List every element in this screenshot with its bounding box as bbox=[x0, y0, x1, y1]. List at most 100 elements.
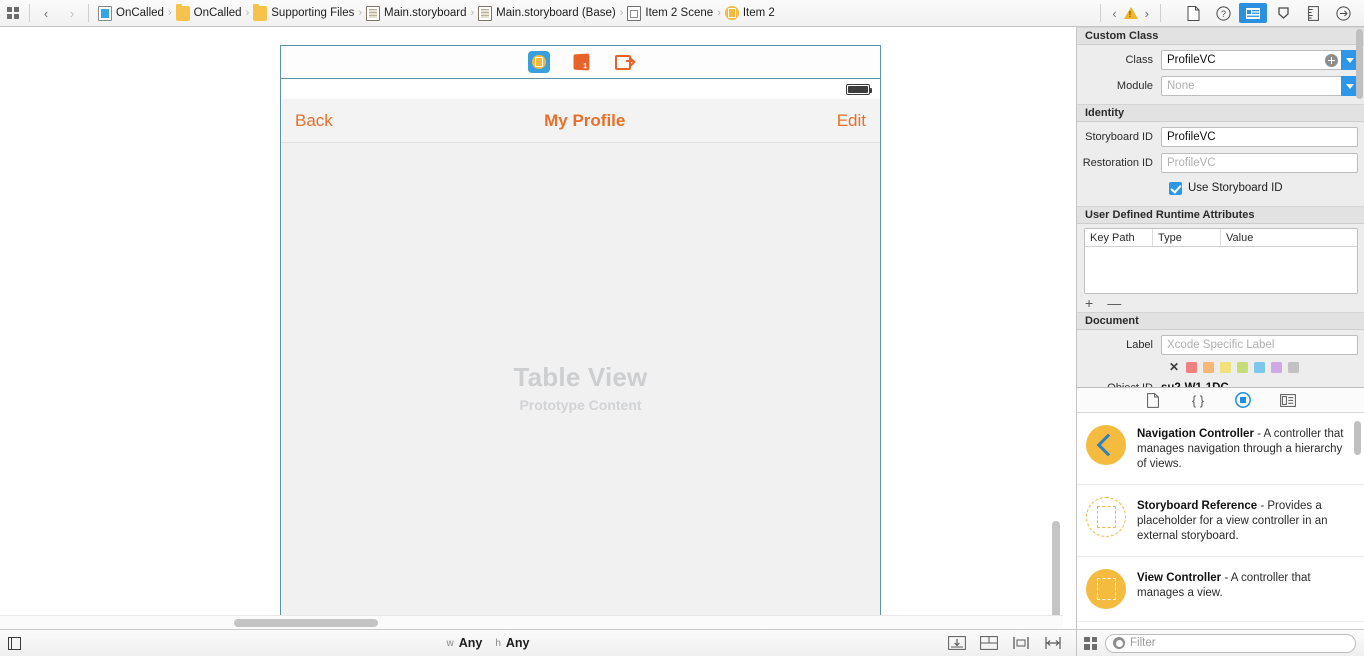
udra-column-key-path: Key Path bbox=[1085, 229, 1153, 246]
storyboard-icon bbox=[366, 5, 381, 21]
navigation-bar[interactable]: Back My Profile Edit bbox=[281, 99, 880, 143]
library-object-list[interactable]: Navigation Controller - A controller tha… bbox=[1077, 413, 1364, 629]
library-panel: { } Navigation Controller - A controller… bbox=[1077, 387, 1364, 629]
library-scroll-thumb[interactable] bbox=[1354, 421, 1361, 455]
breadcrumb-item-1[interactable]: OnCalled bbox=[174, 3, 244, 21]
module-placeholder: None bbox=[1167, 80, 1195, 92]
size-class-control[interactable]: w Any h Any bbox=[28, 636, 948, 650]
color-swatch-4[interactable] bbox=[1254, 361, 1266, 373]
navigate-back-button[interactable]: ‹ bbox=[33, 0, 59, 27]
color-swatch-2[interactable] bbox=[1220, 361, 1232, 373]
storyboard-id-label: Storyboard ID bbox=[1085, 131, 1153, 143]
edit-bar-button[interactable]: Edit bbox=[837, 111, 866, 131]
quick-help-inspector-tab[interactable]: ? bbox=[1209, 3, 1237, 23]
code-snippet-library-tab[interactable]: { } bbox=[1188, 391, 1208, 409]
color-swatch-0[interactable] bbox=[1186, 361, 1198, 373]
udra-remove-button[interactable]: — bbox=[1107, 296, 1121, 310]
size-inspector-tab[interactable] bbox=[1299, 3, 1327, 23]
breadcrumb-item-4[interactable]: Main.storyboard (Base) bbox=[476, 5, 618, 21]
align-icon[interactable] bbox=[1012, 636, 1030, 650]
restoration-id-label: Restoration ID bbox=[1082, 157, 1153, 169]
breadcrumb-item-3[interactable]: Main.storyboard bbox=[364, 5, 468, 21]
library-list-item[interactable]: View Controller - A controller that mana… bbox=[1077, 557, 1364, 622]
file-inspector-tab[interactable] bbox=[1179, 3, 1207, 23]
scene-icon bbox=[627, 5, 642, 21]
exit-dock-icon[interactable] bbox=[612, 51, 634, 73]
breadcrumb: OnCalled › OnCalled › Supporting Files › Main.… bbox=[92, 0, 1097, 27]
inspector-tab-bar: ? bbox=[1178, 3, 1358, 23]
inspector-scroll-area[interactable]: Custom Class Class ProfileVC Module None bbox=[1077, 27, 1364, 412]
scene-dock bbox=[280, 45, 881, 78]
related-items-icon[interactable] bbox=[0, 0, 26, 27]
view-controller-icon bbox=[724, 6, 739, 20]
inspector-scroll-thumb[interactable] bbox=[1356, 29, 1363, 99]
storyboard-id-value: ProfileVC bbox=[1167, 131, 1216, 143]
udra-add-button[interactable]: + bbox=[1085, 296, 1093, 310]
class-value: ProfileVC bbox=[1167, 54, 1216, 66]
back-bar-button[interactable]: Back bbox=[295, 111, 333, 131]
view-controller-dock-icon[interactable] bbox=[527, 51, 550, 73]
library-list-item[interactable]: Storyboard Reference - Provides a placeh… bbox=[1077, 485, 1364, 557]
breadcrumb-item-label: OnCalled bbox=[116, 7, 164, 19]
canvas-vertical-scroll-thumb[interactable] bbox=[1052, 521, 1060, 621]
view-controller-view[interactable]: Back My Profile Edit Table View Prototyp… bbox=[280, 78, 881, 629]
xcode-window: ‹ › OnCalled › OnCalled › Supporting Files › M… bbox=[0, 0, 1364, 656]
module-field[interactable]: None bbox=[1161, 76, 1358, 96]
identity-inspector-tab[interactable] bbox=[1239, 3, 1267, 23]
scene-container[interactable]: Back My Profile Edit Table View Prototyp… bbox=[280, 45, 881, 629]
breadcrumb-item-6[interactable]: Item 2 bbox=[723, 6, 777, 20]
object-library-tab[interactable] bbox=[1233, 391, 1253, 409]
navigation-bar-title[interactable]: My Profile bbox=[544, 111, 625, 131]
color-swatch-6[interactable] bbox=[1288, 361, 1300, 373]
warning-icon[interactable] bbox=[1123, 7, 1138, 19]
use-storyboard-id-label: Use Storyboard ID bbox=[1188, 182, 1283, 194]
next-issue-button[interactable]: › bbox=[1145, 6, 1149, 21]
restoration-id-input[interactable]: ProfileVC bbox=[1161, 153, 1358, 173]
embed-in-icon[interactable] bbox=[980, 636, 998, 650]
size-class-height-value: Any bbox=[505, 636, 530, 650]
breadcrumb-item-2[interactable]: Supporting Files bbox=[251, 3, 356, 21]
previous-issue-button[interactable]: ‹ bbox=[1112, 6, 1116, 21]
color-swatch-5[interactable] bbox=[1271, 361, 1283, 373]
table-view-title: Table View bbox=[513, 361, 648, 392]
file-template-library-tab[interactable] bbox=[1143, 391, 1163, 409]
document-label-row: Label Xcode Specific Label bbox=[1077, 334, 1364, 356]
module-label: Module bbox=[1116, 80, 1153, 92]
udra-table[interactable]: Key Path Type Value bbox=[1084, 228, 1358, 294]
attributes-inspector-tab[interactable] bbox=[1269, 3, 1297, 23]
udra-table-body[interactable] bbox=[1085, 247, 1357, 293]
breadcrumb-item-label: Item 2 Scene bbox=[645, 7, 714, 19]
color-swatch-1[interactable] bbox=[1203, 361, 1215, 373]
simulated-status-bar bbox=[281, 79, 880, 99]
color-swatch-3[interactable] bbox=[1237, 361, 1249, 373]
document-label-input[interactable]: Xcode Specific Label bbox=[1161, 335, 1358, 355]
canvas-horizontal-scrollbar[interactable] bbox=[0, 615, 1063, 629]
divider bbox=[29, 4, 30, 22]
use-storyboard-id-row[interactable]: Use Storyboard ID bbox=[1077, 178, 1364, 198]
canvas-horizontal-scroll-thumb[interactable] bbox=[234, 619, 378, 627]
navigate-forward-button[interactable]: › bbox=[59, 0, 85, 27]
folder-icon bbox=[253, 3, 268, 21]
library-filter-input[interactable]: Filter bbox=[1105, 633, 1356, 653]
udra-column-type: Type bbox=[1153, 229, 1221, 246]
update-frames-icon[interactable] bbox=[948, 636, 966, 650]
media-library-tab[interactable] bbox=[1278, 391, 1298, 409]
table-view[interactable]: Table View Prototype Content bbox=[281, 143, 880, 629]
library-view-mode-icon[interactable] bbox=[1084, 636, 1097, 650]
storyboard-id-input[interactable]: ProfileVC bbox=[1161, 127, 1358, 147]
svg-text:{ }: { } bbox=[1191, 393, 1204, 408]
breadcrumb-item-label: Main.storyboard (Base) bbox=[496, 7, 616, 19]
use-storyboard-id-checkbox[interactable] bbox=[1169, 181, 1182, 195]
clear-color-button[interactable]: ✕ bbox=[1169, 361, 1179, 373]
canvas-vertical-scrollbar[interactable] bbox=[1049, 27, 1063, 621]
first-responder-dock-icon[interactable] bbox=[570, 51, 592, 73]
interface-builder-canvas[interactable]: Back My Profile Edit Table View Prototyp… bbox=[0, 27, 1063, 629]
class-clear-icon[interactable] bbox=[1325, 53, 1338, 67]
add-constraints-icon[interactable] bbox=[1044, 636, 1062, 650]
breadcrumb-item-5[interactable]: Item 2 Scene bbox=[625, 5, 715, 21]
document-outline-toggle[interactable] bbox=[0, 636, 28, 650]
breadcrumb-item-0[interactable]: OnCalled bbox=[96, 5, 166, 21]
class-field[interactable]: ProfileVC bbox=[1161, 50, 1358, 70]
library-list-item[interactable]: Navigation Controller - A controller tha… bbox=[1077, 413, 1364, 485]
connections-inspector-tab[interactable] bbox=[1329, 3, 1357, 23]
